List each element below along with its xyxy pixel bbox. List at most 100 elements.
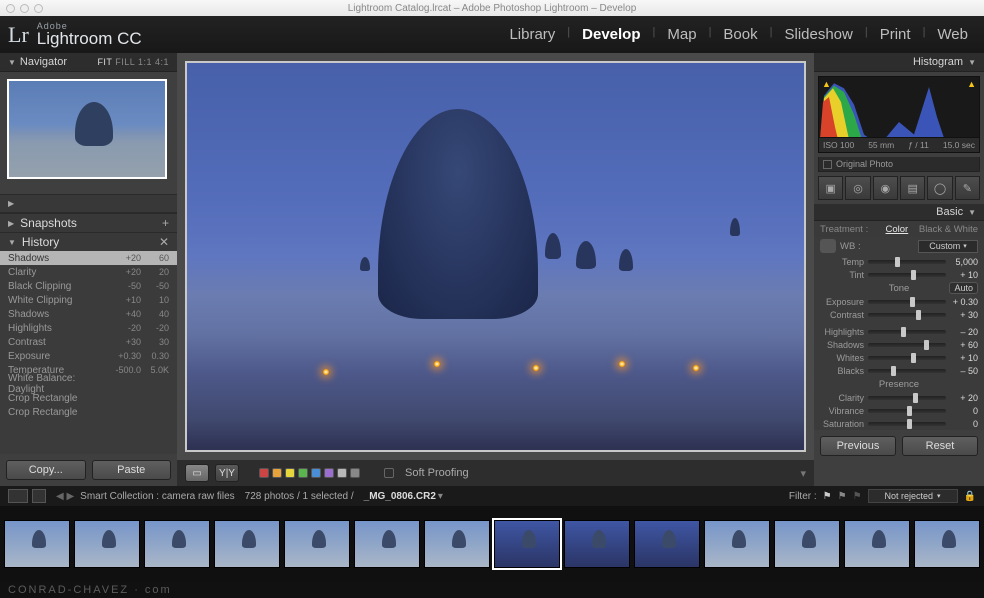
- snapshots-header[interactable]: ▶ Snapshots +: [0, 213, 177, 232]
- filmstrip-thumb[interactable]: [354, 520, 420, 568]
- spot-tool-icon[interactable]: ◎: [845, 176, 870, 200]
- filter-lock-icon[interactable]: 🔒: [964, 491, 976, 502]
- crop-tool-icon[interactable]: ▣: [818, 176, 843, 200]
- color-swatch[interactable]: [324, 468, 334, 478]
- filmstrip-thumb[interactable]: [564, 520, 630, 568]
- second-screen-button[interactable]: [32, 489, 46, 503]
- original-photo-row[interactable]: Original Photo: [818, 157, 980, 172]
- history-item[interactable]: Clarity+2020: [0, 265, 177, 279]
- filmstrip[interactable]: [0, 506, 984, 582]
- history-item[interactable]: White Clipping+1010: [0, 293, 177, 307]
- module-map[interactable]: Map: [659, 26, 704, 43]
- history-item[interactable]: Exposure+0.300.30: [0, 349, 177, 363]
- navigator-title: Navigator: [20, 56, 67, 68]
- slider-blacks[interactable]: Blacks– 50: [814, 364, 984, 377]
- filmstrip-thumb[interactable]: [634, 520, 700, 568]
- gradient-tool-icon[interactable]: ▤: [900, 176, 925, 200]
- slider-vibrance[interactable]: Vibrance0: [814, 404, 984, 417]
- develop-toolstrip: ▣ ◎ ◉ ▤ ◯ ✎: [818, 176, 980, 200]
- color-swatch[interactable]: [350, 468, 360, 478]
- slider-shadows[interactable]: Shadows+ 60: [814, 338, 984, 351]
- navigator-preview[interactable]: [0, 72, 177, 186]
- history-item[interactable]: Shadows+2060: [0, 251, 177, 265]
- history-item[interactable]: White Balance: Daylight: [0, 377, 177, 391]
- collapsed-panel[interactable]: ▶: [0, 194, 177, 213]
- histogram-header[interactable]: Histogram ▼: [814, 53, 984, 72]
- histogram-graph[interactable]: ▲ ▲ ISO 100 55 mm ƒ / 11 15.0 sec: [818, 76, 980, 153]
- photo-preview[interactable]: [185, 61, 806, 452]
- filmstrip-thumb[interactable]: [774, 520, 840, 568]
- soft-proofing-checkbox[interactable]: [384, 468, 394, 478]
- history-item[interactable]: Contrast+3030: [0, 335, 177, 349]
- history-item[interactable]: Highlights-20-20: [0, 321, 177, 335]
- filmstrip-thumb[interactable]: [424, 520, 490, 568]
- filmstrip-thumb[interactable]: [704, 520, 770, 568]
- wb-dropdown[interactable]: Custom ▾: [918, 240, 978, 253]
- color-swatch[interactable]: [298, 468, 308, 478]
- color-swatch[interactable]: [311, 468, 321, 478]
- flag-unflag-icon[interactable]: ⚑: [838, 491, 847, 502]
- previous-button[interactable]: Previous: [820, 436, 896, 456]
- shadow-clip-icon[interactable]: ▲: [822, 79, 831, 89]
- original-checkbox-icon[interactable]: [823, 160, 832, 169]
- module-print[interactable]: Print: [872, 26, 919, 43]
- treatment-color[interactable]: Color: [886, 224, 909, 235]
- module-library[interactable]: Library: [501, 26, 563, 43]
- main-screen-button[interactable]: [8, 489, 28, 503]
- history-item[interactable]: Crop Rectangle: [0, 405, 177, 419]
- filmstrip-thumb[interactable]: [4, 520, 70, 568]
- filter-preset-dropdown[interactable]: Not rejected▾: [868, 489, 958, 503]
- flag-reject-icon[interactable]: ⚑: [853, 491, 862, 502]
- slider-highlights[interactable]: Highlights– 20: [814, 325, 984, 338]
- before-after-button[interactable]: Y|Y: [215, 464, 239, 482]
- toolbar-menu-icon[interactable]: ▾: [800, 467, 806, 480]
- slider-saturation[interactable]: Saturation0: [814, 417, 984, 430]
- reset-button[interactable]: Reset: [902, 436, 978, 456]
- module-book[interactable]: Book: [715, 26, 765, 43]
- filmstrip-thumb[interactable]: [284, 520, 350, 568]
- slider-tint[interactable]: Tint+ 10: [814, 268, 984, 281]
- paste-button[interactable]: Paste: [92, 460, 172, 480]
- color-swatch[interactable]: [259, 468, 269, 478]
- preview-wrap: [177, 53, 814, 460]
- navigator-header[interactable]: ▼ Navigator FIT FILL 1:1 4:1: [0, 53, 177, 72]
- filmstrip-thumb[interactable]: [144, 520, 210, 568]
- navigator-zoom-opts[interactable]: FIT FILL 1:1 4:1: [97, 57, 169, 67]
- filmstrip-thumb[interactable]: [494, 520, 560, 568]
- wb-eyedropper-icon[interactable]: [820, 239, 836, 253]
- history-header[interactable]: ▼ History ✕: [0, 232, 177, 251]
- module-develop[interactable]: Develop: [574, 26, 648, 43]
- slider-contrast[interactable]: Contrast+ 30: [814, 308, 984, 321]
- presence-title: Presence: [814, 377, 984, 391]
- photo-count: 728 photos / 1 selected /: [245, 491, 354, 502]
- radial-tool-icon[interactable]: ◯: [927, 176, 952, 200]
- collection-path[interactable]: Smart Collection : camera raw files: [80, 491, 235, 502]
- flag-pick-icon[interactable]: ⚑: [823, 491, 832, 502]
- module-slideshow[interactable]: Slideshow: [776, 26, 860, 43]
- history-item[interactable]: Crop Rectangle: [0, 391, 177, 405]
- color-swatch[interactable]: [272, 468, 282, 478]
- highlight-clip-icon[interactable]: ▲: [967, 79, 976, 89]
- auto-tone-button[interactable]: Auto: [949, 282, 978, 294]
- filmstrip-thumb[interactable]: [844, 520, 910, 568]
- brush-tool-icon[interactable]: ✎: [955, 176, 980, 200]
- loupe-view-button[interactable]: ▭: [185, 464, 209, 482]
- slider-temp[interactable]: Temp5,000: [814, 255, 984, 268]
- slider-whites[interactable]: Whites+ 10: [814, 351, 984, 364]
- color-swatch[interactable]: [285, 468, 295, 478]
- basic-panel-header[interactable]: Basic ▼: [814, 204, 984, 221]
- history-item[interactable]: Black Clipping-50-50: [0, 279, 177, 293]
- slider-exposure[interactable]: Exposure+ 0.30: [814, 295, 984, 308]
- module-web[interactable]: Web: [929, 26, 976, 43]
- filmstrip-thumb[interactable]: [214, 520, 280, 568]
- add-snapshot-icon[interactable]: +: [162, 216, 169, 230]
- history-item[interactable]: Shadows+4040: [0, 307, 177, 321]
- slider-clarity[interactable]: Clarity+ 20: [814, 391, 984, 404]
- color-swatch[interactable]: [337, 468, 347, 478]
- clear-history-icon[interactable]: ✕: [159, 235, 169, 249]
- redeye-tool-icon[interactable]: ◉: [873, 176, 898, 200]
- copy-button[interactable]: Copy...: [6, 460, 86, 480]
- filmstrip-thumb[interactable]: [914, 520, 980, 568]
- filmstrip-thumb[interactable]: [74, 520, 140, 568]
- treatment-bw[interactable]: Black & White: [919, 224, 978, 235]
